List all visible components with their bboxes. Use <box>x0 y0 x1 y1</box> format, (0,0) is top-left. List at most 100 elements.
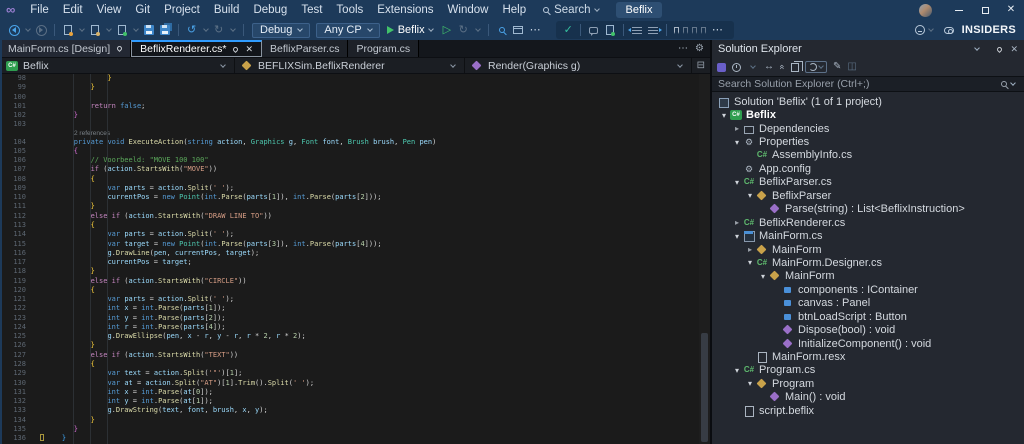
chevron-down-icon[interactable] <box>1010 80 1016 86</box>
expander-icon[interactable]: ▾ <box>757 272 769 281</box>
codelens-text[interactable]: 2 references <box>40 130 110 138</box>
tree-item-beflix[interactable]: ▾C#Beflix <box>712 108 1024 121</box>
maximize-button[interactable] <box>972 0 998 20</box>
line-number[interactable]: 117 <box>0 258 40 267</box>
chevron-down-icon[interactable] <box>975 45 981 51</box>
line-number[interactable]: 127 <box>0 351 40 360</box>
save-all-button[interactable] <box>158 21 172 39</box>
tree-item-mainform-resx[interactable]: MainForm.resx <box>712 350 1024 363</box>
line-number[interactable]: 125 <box>0 332 40 341</box>
tree-item-assemblyinfo-cs[interactable]: C#AssemblyInfo.cs <box>712 149 1024 162</box>
save-button[interactable] <box>142 21 156 39</box>
tree-item-components-icontainer[interactable]: components : IContainer <box>712 283 1024 296</box>
search-button[interactable]: Search <box>543 4 601 16</box>
scrollbar-thumb[interactable] <box>701 333 708 442</box>
sync-with-active-document-toggle[interactable] <box>805 61 827 73</box>
tree-item-solution-beflix-1-of-1-project[interactable]: Solution 'Beflix' (1 of 1 project) <box>712 95 1024 108</box>
tab-beflixrenderer-cs[interactable]: BeflixRenderer.cs*✕ <box>131 40 262 57</box>
line-number[interactable]: 104 <box>0 138 40 147</box>
breadcrumb-member-dropdown[interactable]: Render(Graphics g) <box>465 58 692 73</box>
next-bookmark-icon[interactable] <box>692 27 697 34</box>
navigate-forward-button[interactable] <box>34 21 48 39</box>
code-editor[interactable]: 98 }99 }100101 return false;102 }1032 re… <box>0 74 710 444</box>
start-without-debugging-button[interactable]: ▷ <box>441 21 455 39</box>
expander-icon[interactable]: ▸ <box>744 245 756 254</box>
solution-explorer-search[interactable]: Search Solution Explorer (Ctrl+;) <box>712 76 1024 92</box>
line-number[interactable]: 101 <box>0 102 40 111</box>
expander-icon[interactable]: ▾ <box>744 191 756 200</box>
close-tab-icon[interactable]: ✕ <box>245 44 253 55</box>
toolbar-overflow-icon[interactable]: ⋯ <box>526 21 546 39</box>
line-number[interactable]: 122 <box>0 304 40 313</box>
expander-icon[interactable]: ▾ <box>731 138 743 147</box>
menu-view[interactable]: View <box>90 0 129 20</box>
navigate-back-dropdown-icon[interactable] <box>25 26 31 32</box>
chevron-down-icon[interactable] <box>928 26 934 32</box>
chevron-down-icon[interactable] <box>106 26 112 32</box>
expander-icon[interactable]: ▸ <box>731 124 743 133</box>
editor-scrollbar[interactable] <box>699 74 710 444</box>
tree-item-dispose-bool-void[interactable]: Dispose(bool) : void <box>712 323 1024 336</box>
line-number[interactable]: 105 <box>0 147 40 156</box>
expander-icon[interactable]: ▾ <box>744 258 756 267</box>
line-number[interactable]: 107 <box>0 165 40 174</box>
tree-item-initializecomponent-void[interactable]: InitializeComponent() : void <box>712 337 1024 350</box>
tab-mainform-cs-design[interactable]: MainForm.cs [Design] <box>0 40 131 57</box>
solution-platform-select[interactable]: Any CP <box>316 23 379 38</box>
line-number[interactable]: 111 <box>0 202 40 211</box>
line-number[interactable]: 106 <box>0 156 40 165</box>
menu-edit[interactable]: Edit <box>56 0 90 20</box>
line-number[interactable]: 136 <box>0 434 40 443</box>
pending-changes-filter-icon[interactable] <box>732 63 741 72</box>
menu-project[interactable]: Project <box>157 0 207 20</box>
close-button[interactable]: ✕ <box>998 0 1024 20</box>
show-all-files-icon[interactable] <box>791 63 799 72</box>
line-number[interactable]: 110 <box>0 193 40 202</box>
expander-icon[interactable]: ▸ <box>731 218 743 227</box>
start-debugging-button[interactable]: Beflix <box>387 24 436 36</box>
tree-item-dependencies[interactable]: ▸Dependencies <box>712 122 1024 135</box>
toolbar-overflow-icon[interactable]: ⋯ <box>708 21 728 39</box>
indent-increase-button[interactable] <box>646 21 660 39</box>
tree-item-btnloadscript-button[interactable]: btnLoadScript : Button <box>712 310 1024 323</box>
line-number[interactable]: 102 <box>0 111 40 120</box>
menu-window[interactable]: Window <box>441 0 496 20</box>
line-number[interactable]: 114 <box>0 230 40 239</box>
find-in-files-button[interactable] <box>495 21 509 39</box>
tree-item-canvas-panel[interactable]: canvas : Panel <box>712 297 1024 310</box>
tree-item-beflixparser[interactable]: ▾BeflixParser <box>712 189 1024 202</box>
tree-item-app-config[interactable]: ⚙App.config <box>712 162 1024 175</box>
switch-between-views-icon[interactable]: ↔ <box>764 58 774 76</box>
menu-tools[interactable]: Tools <box>329 0 370 20</box>
navigate-back-button[interactable] <box>7 21 21 39</box>
window-layout-button[interactable] <box>511 21 525 39</box>
feedback-icon[interactable] <box>915 25 925 35</box>
breadcrumb-type-dropdown[interactable]: BEFLIXSim.BeflixRenderer <box>235 58 465 73</box>
line-number[interactable]: 113 <box>0 221 40 230</box>
expander-icon[interactable]: ▾ <box>744 379 756 388</box>
tree-item-properties[interactable]: ▾⚙Properties <box>712 135 1024 148</box>
split-editor-button[interactable]: ⊟ <box>697 60 710 71</box>
line-number[interactable]: 124 <box>0 323 40 332</box>
tree-item-parse-string-list-beflixinstruction[interactable]: Parse(string) : List<BeflixInstruction> <box>712 203 1024 216</box>
undo-button[interactable]: ↺ <box>185 21 199 39</box>
tree-item-beflixrenderer-cs[interactable]: ▸C#BeflixRenderer.cs <box>712 216 1024 229</box>
line-number[interactable]: 132 <box>0 397 40 406</box>
gear-icon[interactable]: ⚙ <box>693 43 710 54</box>
code-cleanup-button[interactable]: ✓ <box>562 21 575 39</box>
line-number[interactable]: 119 <box>0 277 40 286</box>
close-panel-icon[interactable]: ✕ <box>1010 44 1018 55</box>
tree-item-program-cs[interactable]: ▾C#Program.cs <box>712 364 1024 377</box>
clear-bookmarks-icon[interactable] <box>701 27 706 34</box>
chevron-down-icon[interactable] <box>203 26 209 32</box>
tree-item-mainform[interactable]: ▸MainForm <box>712 243 1024 256</box>
tree-item-beflixparser-cs[interactable]: ▾C#BeflixParser.cs <box>712 176 1024 189</box>
tree-item-mainform[interactable]: ▾MainForm <box>712 270 1024 283</box>
line-number[interactable]: 123 <box>0 314 40 323</box>
line-number[interactable]: 118 <box>0 267 40 276</box>
indent-decrease-button[interactable] <box>630 21 644 39</box>
breadcrumb-project-dropdown[interactable]: C# Beflix <box>0 58 235 73</box>
line-number[interactable]: 121 <box>0 295 40 304</box>
edit-icon[interactable]: ✎ <box>833 58 841 76</box>
minimize-button[interactable] <box>946 0 972 20</box>
